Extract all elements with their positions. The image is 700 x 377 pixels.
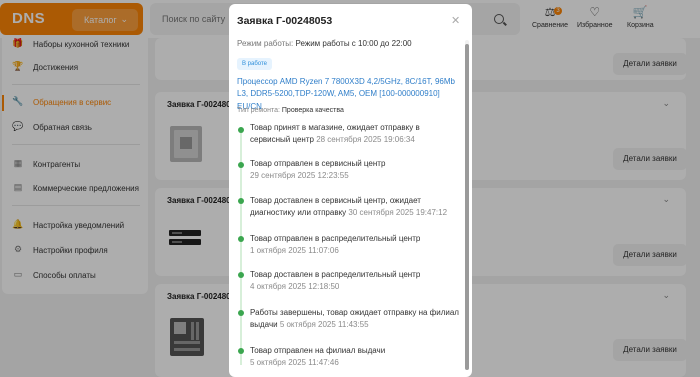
working-hours-label: Режим работы: — [237, 39, 294, 48]
timeline-date: 29 сентября 2025 12:23:55 — [250, 171, 349, 181]
timeline-item: Работы завершены, товар ожидает отправку… — [250, 307, 460, 332]
timeline-text: Товар доставлен в распределительный цент… — [250, 270, 421, 279]
repair-type: Тип ремонта: Проверка качества — [237, 107, 344, 114]
repair-type-label: Тип ремонта: — [237, 107, 280, 114]
timeline-item: Товар отправлен на филиал выдачи 5 октяб… — [250, 345, 460, 370]
modal-title: Заявка Г-00248053 — [237, 15, 333, 27]
timeline-text: Товар отправлен в сервисный центр — [250, 159, 386, 168]
status-badge: В работе — [237, 58, 273, 70]
timeline-dot — [238, 310, 244, 316]
timeline-dot — [238, 127, 244, 133]
working-hours: Режим работы: Режим работы с 10:00 до 22… — [237, 39, 412, 48]
timeline-dot — [238, 348, 244, 354]
timeline-date: 28 сентября 2025 19:06:34 — [316, 135, 415, 145]
timeline-text: Товар отправлен на филиал выдачи — [250, 346, 386, 355]
timeline-date: 5 октября 2025 11:43:55 — [279, 320, 369, 330]
timeline-date: 5 октября 2025 11:47:46 — [250, 358, 339, 368]
timeline-text: Товар отправлен в распределительный цент… — [250, 234, 421, 243]
close-icon[interactable]: ✕ — [451, 14, 460, 27]
repair-type-value: Проверка качества — [281, 107, 344, 114]
timeline-dot — [238, 236, 244, 242]
timeline-date: 4 октября 2025 12:18:50 — [250, 282, 340, 292]
timeline-item: Товар доставлен в сервисный центр, ожида… — [250, 195, 460, 220]
timeline-dot — [238, 198, 244, 204]
timeline-item: Товар доставлен в распределительный цент… — [250, 269, 460, 294]
timeline-item: Товар принят в магазине, ожидает отправк… — [250, 122, 460, 147]
timeline-date: 1 октября 2025 11:07:06 — [250, 246, 339, 256]
timeline-date: 30 сентября 2025 19:47:12 — [348, 208, 448, 218]
request-details-modal: Заявка Г-00248053 ✕ Режим работы: Режим … — [229, 4, 472, 377]
scrollbar-thumb[interactable] — [465, 44, 469, 370]
timeline-dot — [238, 162, 244, 168]
working-hours-value: Режим работы с 10:00 до 22:00 — [295, 39, 412, 48]
timeline-item: Товар отправлен в распределительный цент… — [250, 233, 460, 258]
timeline-item: Товар отправлен в сервисный центр 29 сен… — [250, 158, 460, 183]
timeline-dot — [238, 272, 244, 278]
